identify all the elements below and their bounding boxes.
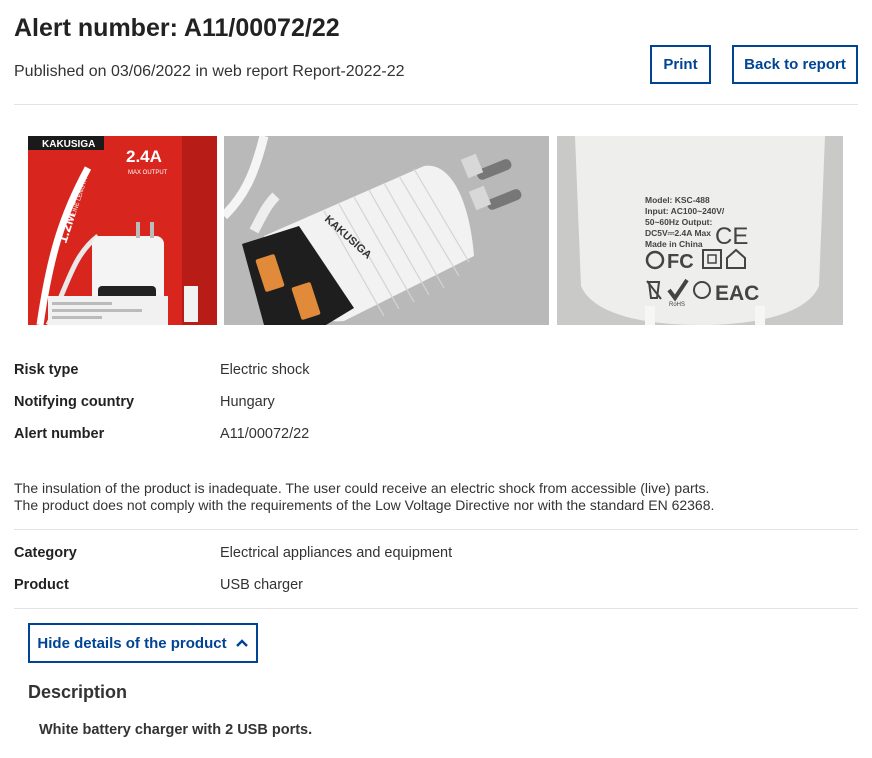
label-image: Model: KSC-488 Input: AC100~240V/ 50~60H… xyxy=(557,136,843,325)
hide-product-details-button[interactable]: Hide details of the product xyxy=(28,623,258,663)
divider xyxy=(14,529,858,530)
rohs-mark: RoHS xyxy=(669,302,685,308)
chevron-up-icon xyxy=(235,639,248,647)
label-line-3: 50~60Hz Output: xyxy=(645,217,712,227)
risk-description-line-2: The product does not comply with the req… xyxy=(14,497,715,513)
category-value: Electrical appliances and equipment xyxy=(220,545,453,561)
notifying-country-label: Notifying country xyxy=(14,394,135,410)
product-photo-label[interactable]: Model: KSC-488 Input: AC100~240V/ 50~60H… xyxy=(557,136,843,325)
alert-number-value: A11/00072/22 xyxy=(220,426,310,442)
fc-mark: FC xyxy=(667,251,694,273)
category-label: Category xyxy=(14,545,77,561)
description-text: White battery charger with 2 USB ports. xyxy=(39,722,313,738)
label-line-4: DC5V⎓2.4A Max xyxy=(645,228,711,238)
box-amp-text: 2.4A xyxy=(126,147,162,166)
eac-mark: EAC xyxy=(715,282,759,305)
box-brand-text: KAKUSIGA xyxy=(42,139,95,150)
description-heading: Description xyxy=(28,682,128,702)
risk-type-value: Electric shock xyxy=(220,362,310,378)
product-label: Product xyxy=(14,577,69,593)
risk-type-label: Risk type xyxy=(14,362,79,378)
risk-description: The insulation of the product is inadequ… xyxy=(14,480,854,514)
hide-product-details-label: Hide details of the product xyxy=(37,634,227,652)
alert-number-label: Alert number xyxy=(14,426,105,442)
divider xyxy=(14,608,858,609)
print-button[interactable]: Print xyxy=(650,45,711,84)
product-box-image: KAKUSIGA 2.4A MAX OUTPUT 1.2M LINE LENGT… xyxy=(28,136,217,325)
divider xyxy=(14,104,858,105)
product-photo-box[interactable]: KAKUSIGA 2.4A MAX OUTPUT 1.2M LINE LENGT… xyxy=(28,136,217,325)
label-line-5: Made in China xyxy=(645,239,703,249)
risk-description-line-1: The insulation of the product is inadequ… xyxy=(14,480,710,496)
published-info: Published on 03/06/2022 in web report Re… xyxy=(14,63,405,80)
ce-mark: CE xyxy=(715,223,748,250)
notifying-country-value: Hungary xyxy=(220,394,275,410)
page-title: Alert number: A11/00072/22 xyxy=(14,14,340,42)
product-photo-charger[interactable]: KAKUSIGA xyxy=(224,136,549,325)
back-to-report-button[interactable]: Back to report xyxy=(732,45,858,84)
box-amp-sub: MAX OUTPUT xyxy=(128,170,168,176)
label-line-1: Model: KSC-488 xyxy=(645,195,710,205)
product-value: USB charger xyxy=(220,577,304,593)
label-line-2: Input: AC100~240V/ xyxy=(645,206,725,216)
charger-image: KAKUSIGA xyxy=(224,136,549,325)
